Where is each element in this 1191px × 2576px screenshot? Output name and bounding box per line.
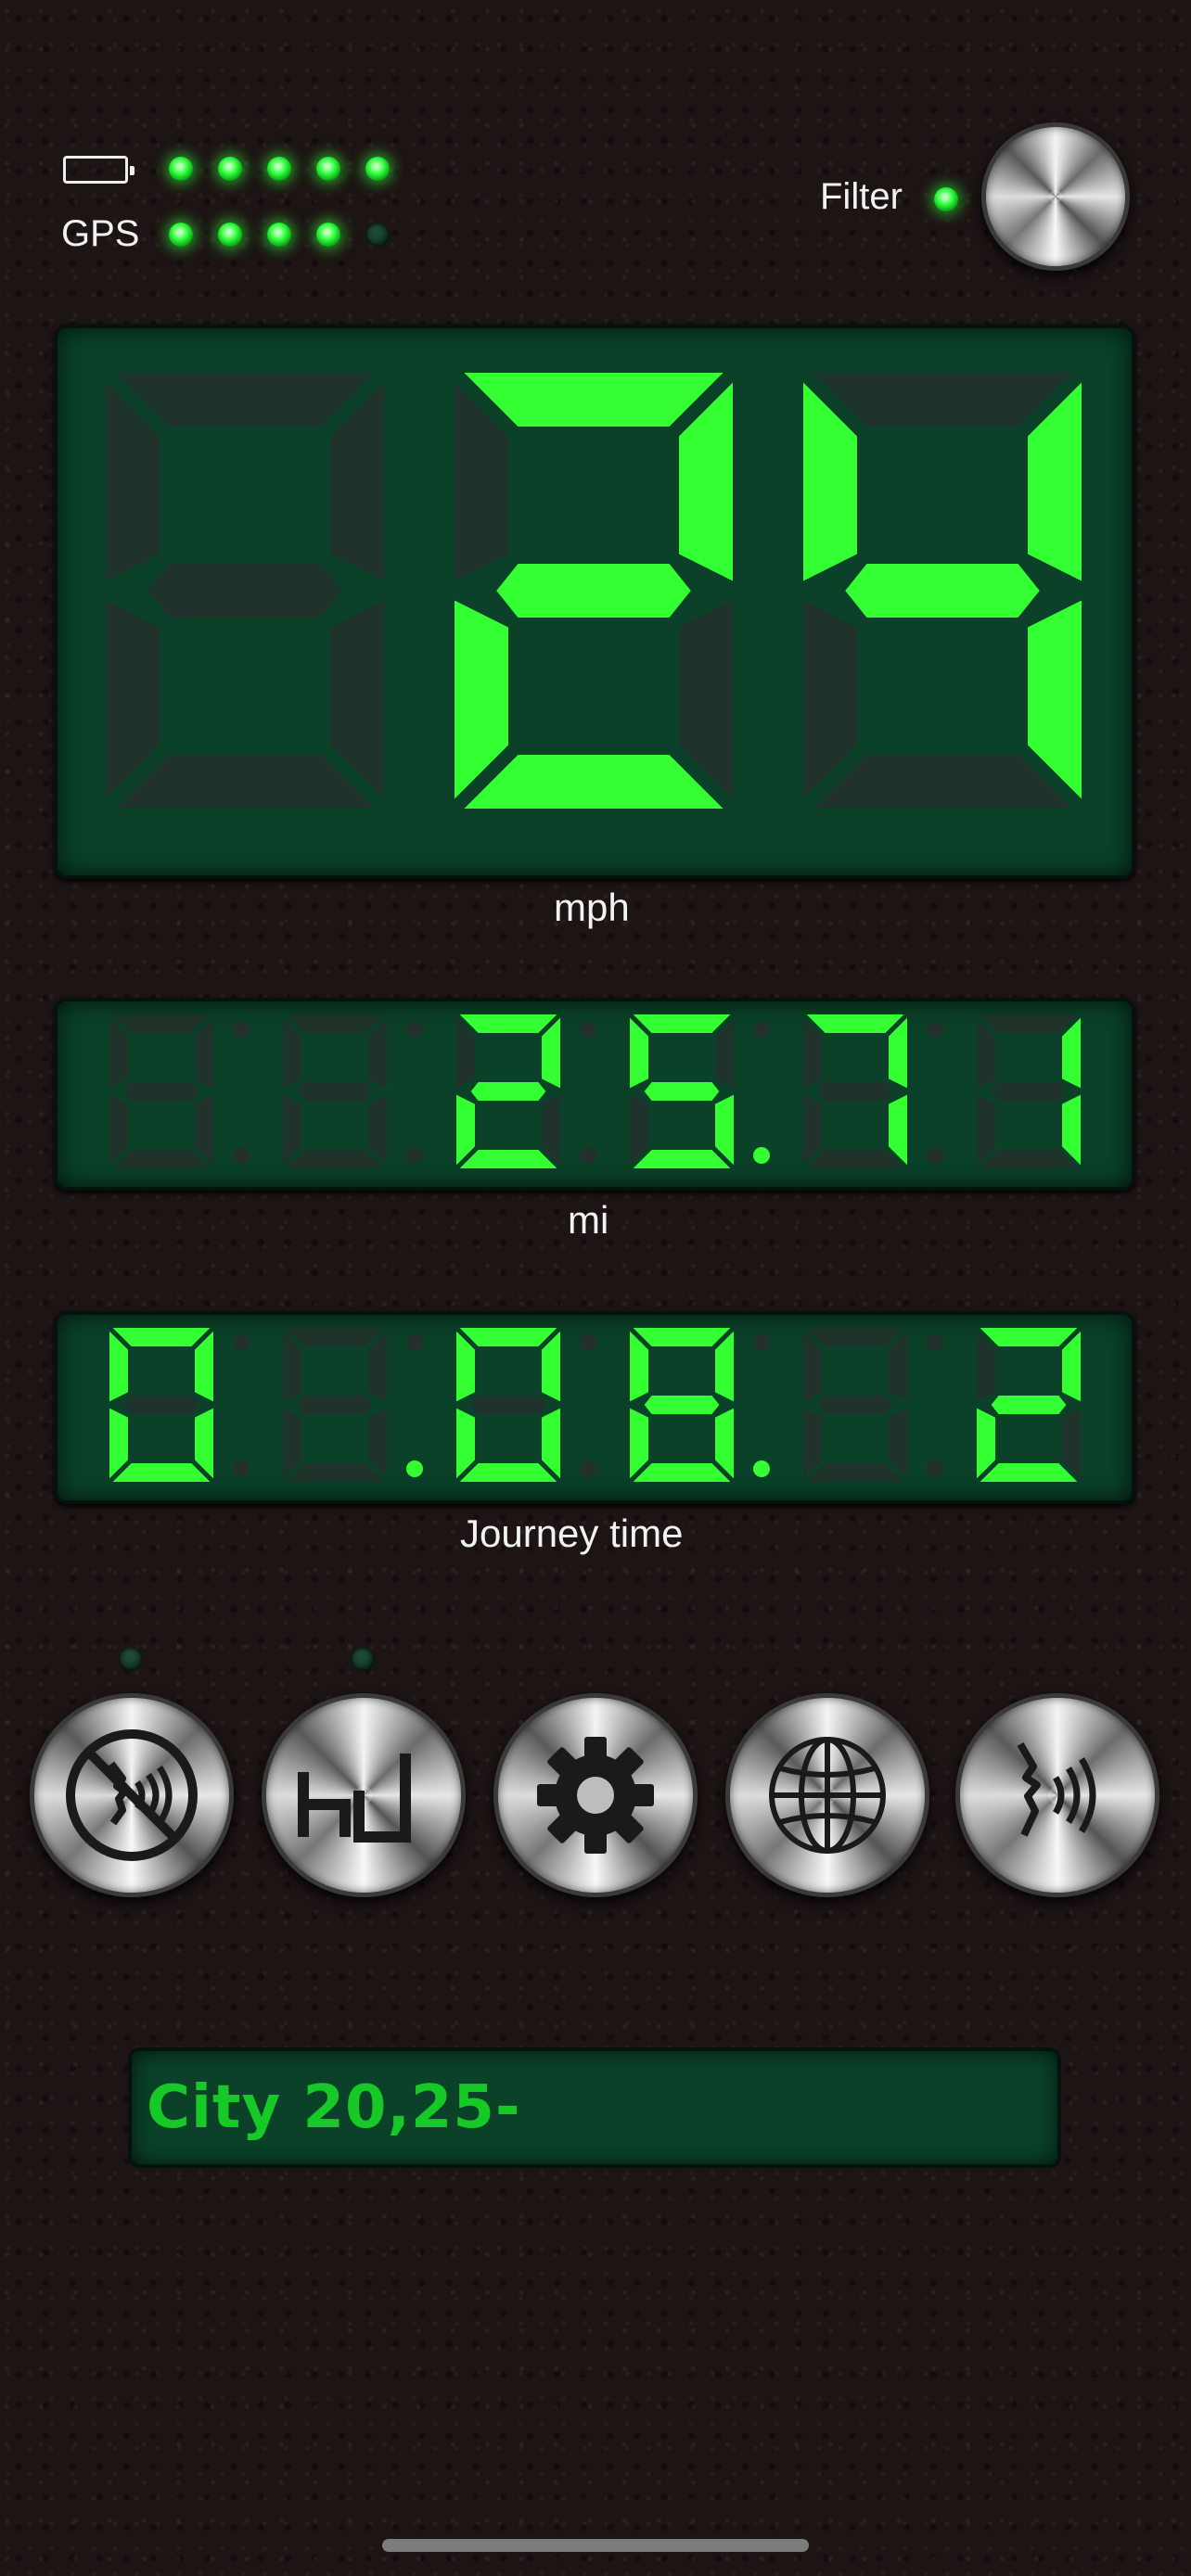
battery-led-1 <box>169 157 193 181</box>
speed-digit-2 <box>455 373 733 809</box>
gps-led-4 <box>316 223 340 247</box>
journey-digit-1 <box>109 1328 213 1482</box>
journey-digit-3 <box>456 1328 560 1482</box>
battery-led-5 <box>365 157 390 181</box>
journey-upper-dot-1 <box>233 1334 250 1351</box>
home-indicator[interactable] <box>382 2539 809 2552</box>
distance-upper-dot-3 <box>580 1021 596 1038</box>
journey-upper-dot-2 <box>406 1334 423 1351</box>
filter-knob[interactable] <box>981 122 1130 271</box>
voice-icon <box>1017 1741 1096 1837</box>
mute-indicator-led <box>119 1647 143 1671</box>
journey-digit-6 <box>977 1328 1081 1482</box>
distance-upper-dot-1 <box>233 1021 250 1038</box>
distance-digit-4 <box>630 1014 734 1168</box>
gps-label: GPS <box>61 213 140 254</box>
gps-led-1 <box>169 223 193 247</box>
journey-time-display <box>54 1311 1135 1504</box>
filter-label: Filter <box>820 176 903 217</box>
journey-upper-dot-3 <box>580 1334 596 1351</box>
journey-lower-dot-5 <box>927 1460 943 1477</box>
distance-digit-6 <box>977 1014 1081 1168</box>
battery-icon <box>63 156 134 184</box>
journey-time-digits <box>109 1328 1081 1482</box>
journey-digit-5 <box>803 1328 907 1482</box>
voice-button[interactable] <box>955 1693 1159 1897</box>
distance-lower-dot-2 <box>406 1147 423 1164</box>
ticker-text: City 20,25- <box>147 2073 521 2142</box>
settings-button[interactable] <box>493 1693 698 1897</box>
distance-digit-3 <box>456 1014 560 1168</box>
distance-upper-dot-4 <box>753 1021 770 1038</box>
distance-digit-1 <box>109 1014 213 1168</box>
filter-indicator-led <box>934 187 958 211</box>
distance-digit-5 <box>803 1014 907 1168</box>
no-voice-icon <box>66 1729 198 1861</box>
mute-voice-button[interactable] <box>30 1693 234 1897</box>
speed-digit-1 <box>106 373 384 809</box>
battery-led-3 <box>267 157 291 181</box>
speed-display <box>54 325 1135 879</box>
journey-lower-dot-1 <box>233 1460 250 1477</box>
distance-display <box>54 998 1135 1191</box>
speed-digit-3 <box>803 373 1082 809</box>
battery-led-4 <box>316 157 340 181</box>
gps-led-3 <box>267 223 291 247</box>
units-indicator-led <box>351 1647 375 1671</box>
gear-icon <box>537 1737 654 1854</box>
distance-unit-label: mi <box>568 1198 609 1242</box>
journey-upper-dot-4 <box>753 1334 770 1351</box>
journey-lower-dot-4 <box>753 1460 770 1477</box>
globe-button[interactable] <box>725 1693 929 1897</box>
journey-time-label: Journey time <box>460 1511 684 1555</box>
units-icon <box>298 1753 411 1843</box>
distance-upper-dot-2 <box>406 1021 423 1038</box>
distance-lower-dot-4 <box>753 1147 770 1164</box>
distance-lower-dot-5 <box>927 1147 943 1164</box>
gps-led-5 <box>365 223 390 247</box>
gps-led-2 <box>218 223 242 247</box>
journey-digit-4 <box>630 1328 734 1482</box>
distance-lower-dot-3 <box>580 1147 596 1164</box>
speed-digits <box>106 373 1082 809</box>
journey-lower-dot-3 <box>580 1460 596 1477</box>
distance-lower-dot-1 <box>233 1147 250 1164</box>
globe-icon <box>769 1737 886 1854</box>
distance-digits <box>109 1014 1081 1168</box>
units-button[interactable] <box>262 1693 466 1897</box>
battery-led-2 <box>218 157 242 181</box>
distance-digit-2 <box>283 1014 387 1168</box>
journey-lower-dot-2 <box>406 1460 423 1477</box>
distance-upper-dot-5 <box>927 1021 943 1038</box>
speed-unit-label: mph <box>554 886 630 929</box>
journey-digit-2 <box>283 1328 387 1482</box>
journey-upper-dot-5 <box>927 1334 943 1351</box>
ticker-display: City 20,25- <box>128 2047 1061 2168</box>
